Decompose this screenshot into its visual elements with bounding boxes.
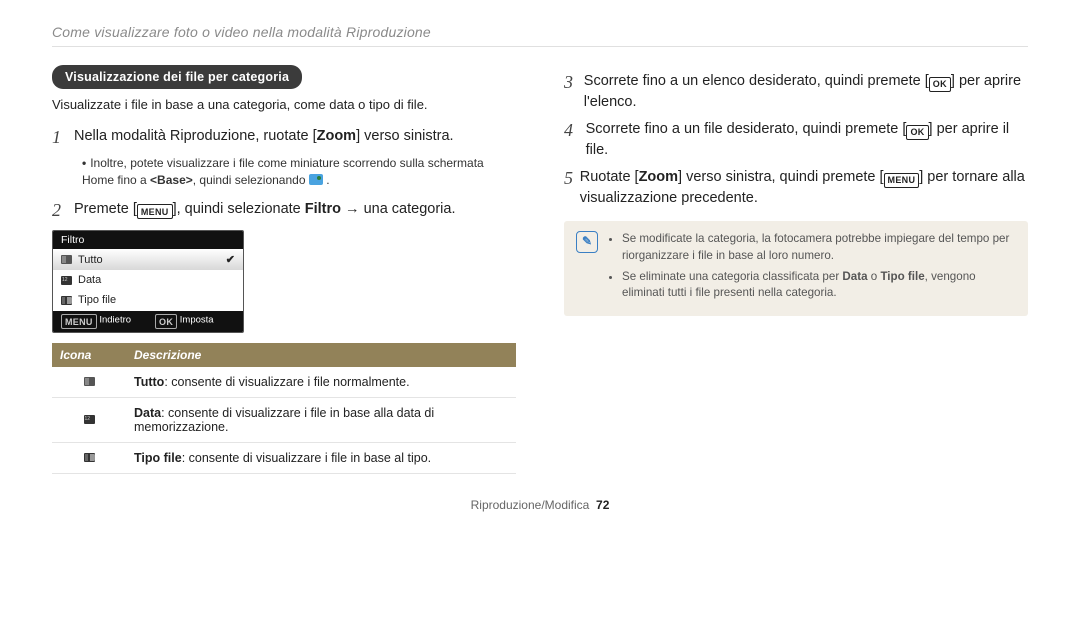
th-desc: Descrizione [126, 343, 516, 367]
row-desc: : consente di visualizzare i file in bas… [182, 451, 431, 465]
panel-back: MENU Indietro [61, 314, 131, 329]
footer-page: 72 [596, 498, 609, 512]
row-desc: : consente di visualizzare i file normal… [164, 375, 409, 389]
step2-filter-kw: Filtro [305, 201, 341, 217]
divider [52, 46, 1028, 47]
row-term: Tutto [134, 375, 164, 389]
note-item: Se eliminate una categoria classificata … [622, 269, 1016, 303]
row-term: Tipo file [134, 451, 182, 465]
all-icon [61, 255, 72, 264]
table-row: Tipo file: consente di visualizzare i fi… [52, 443, 516, 474]
menu-button-icon: MENU [61, 314, 97, 329]
step1-zoom-kw: Zoom [317, 128, 356, 144]
step5-text-b: ] verso sinistra, quindi premete [ [678, 169, 884, 185]
thumbnail-chip-icon [309, 174, 323, 185]
breadcrumb: Come visualizzare foto o video nella mod… [52, 24, 1028, 40]
step-5: 5 Ruotate [Zoom] verso sinistra, quindi … [564, 167, 1028, 209]
note2-b: Data [842, 270, 867, 283]
filetype-icon [61, 296, 72, 305]
step1-bullet: •Inoltre, potete visualizzare i file com… [82, 155, 516, 189]
panel-row-label: Tutto [78, 254, 103, 266]
panel-row-tutto: Tutto ✔ [53, 249, 243, 270]
note2-a: Se eliminate una categoria classificata … [622, 270, 842, 283]
panel-set: OK Imposta [155, 314, 214, 329]
panel-row-tipo: Tipo file [53, 290, 243, 310]
step-number: 1 [52, 126, 74, 149]
bullet-text-c: . [326, 173, 329, 187]
right-column: 3 Scorrete fino a un elenco desiderato, … [564, 65, 1028, 474]
step2-text-b: ], quindi selezionate [173, 201, 305, 217]
panel-row-data: Data [53, 270, 243, 290]
step5-zoom-kw: Zoom [639, 169, 678, 185]
step-3: 3 Scorrete fino a un elenco desiderato, … [564, 71, 1028, 113]
menu-button-icon: MENU [137, 204, 173, 219]
all-icon [84, 377, 95, 386]
section-pill: Visualizzazione dei file per categoria [52, 65, 302, 89]
ok-button-icon: OK [906, 125, 928, 140]
panel-row-label: Tipo file [78, 294, 116, 306]
note-item: Se modificate la categoria, la fotocamer… [622, 231, 1016, 265]
table-row: Data: consente di visualizzare i file in… [52, 398, 516, 443]
panel-row-label: Data [78, 274, 101, 286]
step-number: 2 [52, 199, 74, 222]
page-footer: Riproduzione/Modifica 72 [52, 498, 1028, 512]
step4-text-a: Scorrete fino a un file desiderato, quin… [586, 121, 907, 137]
step2-text-c: → una categoria. [341, 201, 455, 217]
bullet-text-b: , quindi selezionando [193, 173, 309, 187]
step-number: 3 [564, 71, 584, 94]
ok-button-icon: OK [929, 77, 951, 92]
table-row: Tutto: consente di visualizzare i file n… [52, 367, 516, 398]
step-number: 5 [564, 167, 580, 190]
row-term: Data [134, 406, 161, 420]
panel-back-label: Indietro [99, 315, 131, 326]
left-column: Visualizzazione dei file per categoria V… [52, 65, 516, 474]
step1-text-b: ] verso sinistra. [356, 128, 454, 144]
menu-button-icon: MENU [884, 173, 920, 188]
note2-d: Tipo file [880, 270, 924, 283]
check-icon: ✔ [226, 253, 235, 266]
step-4: 4 Scorrete fino a un file desiderato, qu… [564, 119, 1028, 161]
step3-text-a: Scorrete fino a un elenco desiderato, qu… [584, 73, 929, 89]
filetype-icon [84, 453, 95, 462]
panel-set-label: Imposta [180, 315, 214, 326]
date-icon [84, 415, 95, 424]
bullet-base: <Base> [150, 173, 193, 187]
step-number: 4 [564, 119, 586, 142]
section-lede: Visualizzate i file in base a una catego… [52, 97, 516, 112]
ok-button-icon: OK [155, 314, 177, 329]
note-box: ✎ Se modificate la categoria, la fotocam… [564, 221, 1028, 316]
step-1: 1 Nella modalità Riproduzione, ruotate [… [52, 126, 516, 149]
lcd-filter-panel: Filtro Tutto ✔ Data Tipo file MENU Indiet… [52, 230, 244, 333]
date-icon [61, 276, 72, 285]
footer-section: Riproduzione/Modifica [471, 498, 590, 512]
step1-text-a: Nella modalità Riproduzione, ruotate [ [74, 128, 317, 144]
icon-description-table: Icona Descrizione Tutto: consente di vis… [52, 343, 516, 474]
row-desc: : consente di visualizzare i file in bas… [134, 406, 434, 434]
note2-c: o [868, 270, 881, 283]
note-icon: ✎ [576, 231, 598, 253]
step-2: 2 Premete [MENU], quindi selezionate Fil… [52, 199, 516, 222]
panel-title: Filtro [53, 231, 243, 249]
step2-text-a: Premete [ [74, 201, 137, 217]
th-icon: Icona [52, 343, 126, 367]
step5-text-a: Ruotate [ [580, 169, 639, 185]
